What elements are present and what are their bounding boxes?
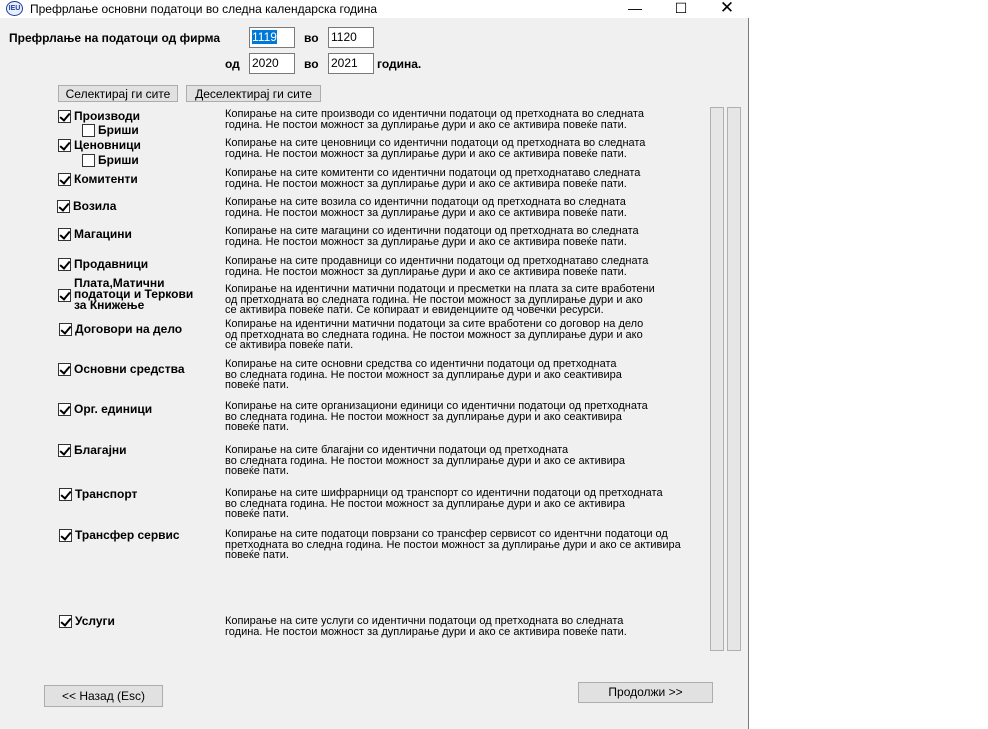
vehicles-label: Возила [73,199,117,213]
clients-description: Копирање на сите комитенти со идентични … [225,167,641,190]
work-contracts-label: Договори на дело [75,322,183,336]
transfer-service-label: Трансфер сервис [75,528,180,542]
continue-button[interactable]: Продолжи >> [578,682,713,703]
services-label: Услуги [75,614,115,628]
from-firm-input[interactable]: 1119 [249,27,295,48]
warehouses-checkbox[interactable] [58,228,71,241]
transfer-service-checkbox[interactable] [59,529,72,542]
pricelists-delete-label: Бриши [98,153,139,167]
year-suffix: година. [377,57,422,71]
to-year-input[interactable]: 2021 [328,53,374,74]
cash-registers-checkbox[interactable] [58,444,71,457]
services-description: Копирање на сите услуги со идентични под… [225,615,627,638]
transfer-service-description: Копирање на сите податоци поврзани со тр… [225,528,681,561]
transport-checkbox[interactable] [59,488,72,501]
stores-label: Продавници [74,257,149,271]
pricelists-label: Ценовници [74,138,141,152]
work-contracts-checkbox[interactable] [59,323,72,336]
to-year-label: во [304,57,319,71]
from-firm-value: 1119 [252,30,277,44]
clients-label: Комитенти [74,172,138,186]
pricelists-checkbox[interactable] [58,139,71,152]
org-units-checkbox[interactable] [58,403,71,416]
org-units-description: Копирање на сите организациони единици с… [225,400,648,433]
cash-registers-label: Благајни [74,443,127,457]
payroll-description: Копирање на идентични матични податоци и… [225,283,655,316]
vertical-scrollbar[interactable] [710,107,724,651]
services-checkbox[interactable] [59,615,72,628]
products-delete-checkbox[interactable] [82,124,95,137]
transfer-dialog: IEU Префрлање основни податоци во следна… [0,0,749,729]
transport-description: Копирање на сите шифрарници од транспорт… [225,487,663,520]
transfer-label: Префрлање на податоци од фирма [9,31,221,45]
from-year-input[interactable]: 2020 [249,53,295,74]
title-bar[interactable]: IEU Префрлање основни податоци во следна… [0,0,749,18]
stores-checkbox[interactable] [58,258,71,271]
app-icon: IEU [6,1,23,16]
fixed-assets-description: Копирање на сите основни средства со иде… [225,358,622,391]
back-button[interactable]: << Назад (Esc) [44,685,163,707]
pricelists-description: Копирање на сите ценовници со идентични … [225,137,646,160]
products-label: Производи [74,109,141,123]
close-button[interactable]: ✕ [704,0,750,18]
deselect-all-button[interactable]: Деселектирај ги сите [186,85,321,102]
clients-checkbox[interactable] [58,173,71,186]
products-checkbox[interactable] [58,110,71,123]
fixed-assets-label: Основни средства [74,362,185,376]
vehicles-description: Копирање на сите возила со идентични под… [225,196,627,219]
org-units-label: Орг. единици [74,402,153,416]
vehicles-checkbox[interactable] [57,200,70,213]
maximize-button[interactable]: ☐ [658,0,704,18]
to-firm-label: во [304,31,319,45]
payroll-label: Плата,Матични податоци и Теркови за Книж… [74,276,194,312]
vertical-scrollbar-2[interactable] [727,107,741,651]
products-delete-label: Бриши [98,123,139,137]
warehouses-description: Копирање на сите магацини со идентични п… [225,225,639,248]
to-firm-input[interactable]: 1120 [328,27,374,48]
stores-description: Копирање на сите продавници со идентични… [225,255,649,278]
warehouses-label: Магацини [74,227,132,241]
fixed-assets-checkbox[interactable] [58,363,71,376]
minimize-button[interactable]: — [612,0,658,18]
window-title: Префрлање основни податоци во следна кал… [30,2,378,16]
transport-label: Транспорт [75,487,138,501]
products-description: Копирање на сите производи со идентични … [225,108,644,131]
payroll-checkbox[interactable] [58,289,71,302]
work-contracts-description: Копирање на идентични матични податоци з… [225,318,644,351]
cash-registers-description: Копирање на сите благајни со идентични п… [225,444,625,477]
pricelists-delete-checkbox[interactable] [82,154,95,167]
from-year-label: од [225,57,240,71]
select-all-button[interactable]: Селектирај ги сите [58,85,178,102]
